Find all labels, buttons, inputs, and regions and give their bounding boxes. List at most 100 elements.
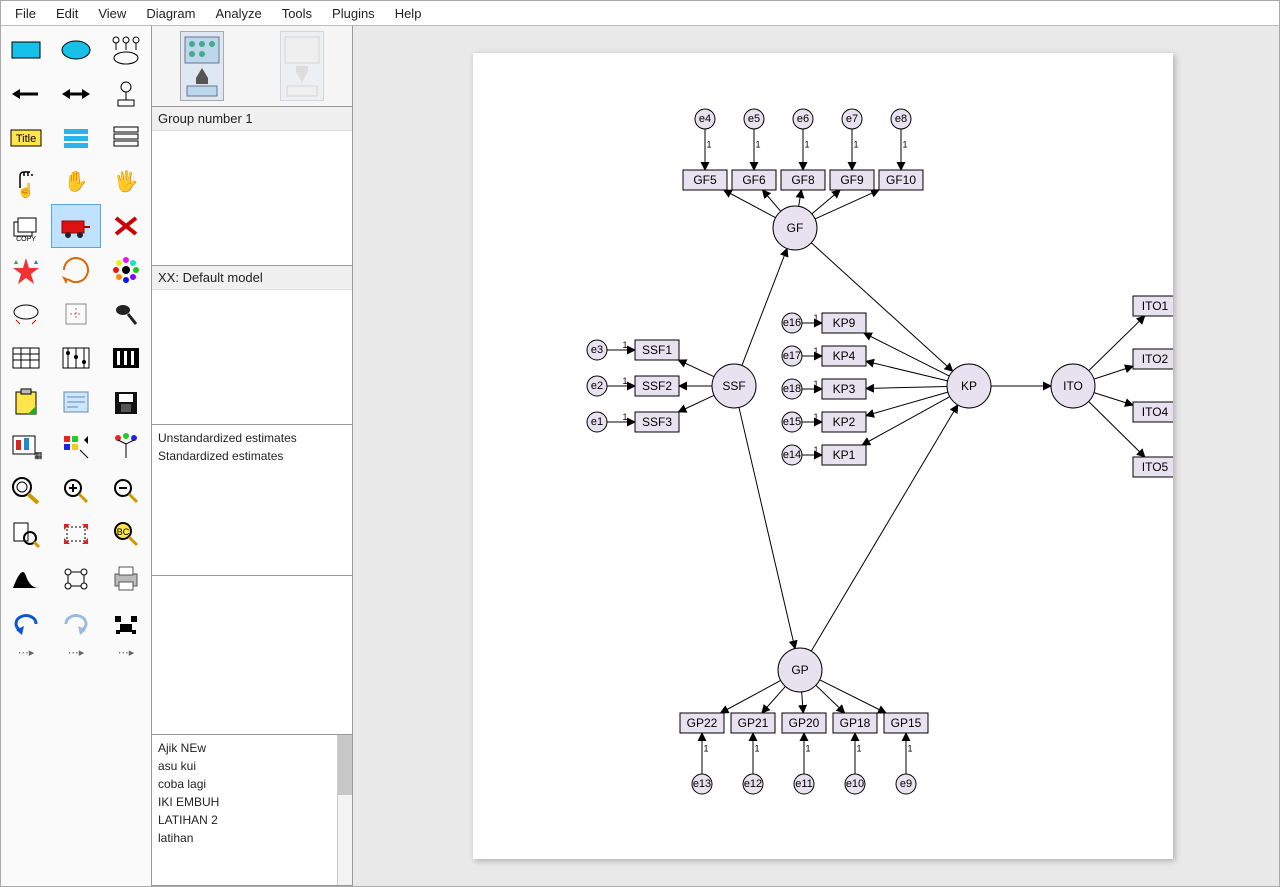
rotate-tool[interactable] [51, 248, 101, 292]
title-tool[interactable]: Title [1, 116, 51, 160]
svg-text:e2: e2 [591, 380, 603, 392]
svg-text:e16: e16 [783, 317, 801, 329]
properties-tool[interactable] [101, 336, 151, 380]
overflow-icon[interactable]: ⋯▸ [101, 646, 151, 670]
svg-text:1: 1 [622, 340, 627, 350]
color-tool[interactable] [101, 248, 151, 292]
svg-text:COPY: COPY [16, 236, 36, 242]
models-panel-header[interactable]: XX: Default model [152, 266, 352, 290]
estimate-option-unstd[interactable]: Unstandardized estimates [158, 429, 346, 447]
svg-text:1: 1 [856, 744, 861, 754]
svg-text:GP15: GP15 [891, 716, 922, 730]
single-arrow-tool[interactable] [1, 72, 51, 116]
overflow-icon[interactable]: ⋯▸ [1, 646, 51, 670]
delete-tool[interactable] [101, 204, 151, 248]
svg-text:1: 1 [755, 140, 760, 150]
svg-text:KP2: KP2 [833, 415, 856, 429]
redo-tool[interactable] [51, 600, 101, 644]
save-tool[interactable] [101, 380, 151, 424]
groups-panel-header[interactable]: Group number 1 [152, 107, 352, 131]
zoom-in-big-tool[interactable] [1, 468, 51, 512]
file-item[interactable]: coba lagi [158, 775, 346, 793]
menu-analyze[interactable]: Analyze [205, 4, 271, 23]
figure-caption-tool[interactable] [101, 72, 151, 116]
svg-text:🖐: 🖐 [114, 169, 139, 194]
svg-text:e18: e18 [783, 383, 801, 395]
svg-text:e9: e9 [900, 778, 912, 790]
svg-text:SSF3: SSF3 [642, 415, 672, 429]
svg-text:GF5: GF5 [693, 173, 717, 187]
ellipse-tool[interactable] [51, 28, 101, 72]
tool-palette: Title ☝ ✋ 🖐 COPY [1, 26, 152, 886]
file-item[interactable]: asu kui [158, 757, 346, 775]
app-window: File Edit View Diagram Analyze Tools Plu… [0, 0, 1280, 887]
indicator-tool[interactable] [101, 28, 151, 72]
svg-text:GF9: GF9 [840, 173, 864, 187]
analysis-props-tool[interactable]: ▦ [1, 424, 51, 468]
menu-tools[interactable]: Tools [272, 4, 322, 23]
svg-text:GP18: GP18 [840, 716, 871, 730]
zoom-page-tool[interactable] [1, 512, 51, 556]
dist-tool[interactable] [1, 556, 51, 600]
interface-tool[interactable] [101, 116, 151, 160]
tool-overflow-row: ⋯▸ ⋯▸ ⋯▸ [1, 646, 151, 670]
link-tool[interactable] [51, 556, 101, 600]
svg-text:e1: e1 [591, 416, 603, 428]
svg-text:ITO4: ITO4 [1142, 405, 1169, 419]
file-item[interactable]: LATIHAN 2 [158, 811, 346, 829]
svg-text:ITO: ITO [1063, 379, 1083, 393]
text-tool[interactable] [51, 380, 101, 424]
menu-plugins[interactable]: Plugins [322, 4, 385, 23]
files-panel: Ajik NEw asu kui coba lagi IKI EMBUH LAT… [152, 735, 352, 886]
move-object-tool[interactable] [51, 204, 101, 248]
svg-text:SSF1: SSF1 [642, 343, 672, 357]
zoom-out-tool[interactable] [101, 468, 151, 512]
menu-file[interactable]: File [5, 4, 46, 23]
svg-text:1: 1 [813, 379, 818, 389]
svg-text:BC: BC [117, 527, 130, 537]
double-arrow-tool[interactable] [51, 72, 101, 116]
resize-tool[interactable] [51, 512, 101, 556]
spreadsheet-tool[interactable] [1, 336, 51, 380]
file-item[interactable]: Ajik NEw [158, 739, 346, 757]
estimate-option-std[interactable]: Standardized estimates [158, 447, 346, 465]
print-tool[interactable] [101, 556, 151, 600]
pan-tool[interactable]: 🖐 [101, 160, 151, 204]
file-item[interactable]: latihan [158, 829, 346, 847]
move-tool[interactable]: ☝ [1, 160, 51, 204]
svg-text:GP22: GP22 [687, 716, 718, 730]
fit-tool[interactable] [1, 292, 51, 336]
parameters-tool[interactable] [51, 116, 101, 160]
svg-text:SSF2: SSF2 [642, 379, 672, 393]
menu-edit[interactable]: Edit [46, 4, 88, 23]
svg-text:e14: e14 [783, 449, 801, 461]
file-item[interactable]: IKI EMBUH [158, 793, 346, 811]
copy-tool[interactable]: COPY [1, 204, 51, 248]
diagram-mode-panel [152, 26, 352, 107]
svg-text:e7: e7 [846, 113, 858, 125]
find-tool[interactable] [101, 600, 151, 644]
calc-estimates-tool[interactable] [51, 424, 101, 468]
canvas-area[interactable]: 1111111111111111111111 e4e5e6e7e8e3e2e1e… [353, 26, 1279, 886]
overflow-icon[interactable]: ⋯▸ [51, 646, 101, 670]
menu-help[interactable]: Help [385, 4, 432, 23]
undo-tool[interactable] [1, 600, 51, 644]
rectangle-tool[interactable] [1, 28, 51, 72]
menu-view[interactable]: View [88, 4, 136, 23]
output-diagram-thumb[interactable] [280, 31, 324, 101]
multigroup-tool[interactable] [101, 424, 151, 468]
groups-panel: Group number 1 [152, 107, 352, 266]
zoom-in-tool[interactable] [51, 468, 101, 512]
magic-tool[interactable] [1, 248, 51, 292]
loupe-tool[interactable]: BC [101, 512, 151, 556]
svg-text:KP: KP [961, 379, 977, 393]
files-scrollbar[interactable] [337, 735, 352, 885]
duplicate-tool[interactable]: ✋ [51, 160, 101, 204]
scroll-tool[interactable] [51, 292, 101, 336]
input-diagram-thumb[interactable] [180, 31, 224, 101]
abacus-tool[interactable] [51, 336, 101, 380]
svg-text:GP: GP [791, 663, 808, 677]
menu-diagram[interactable]: Diagram [136, 4, 205, 23]
clipboard-tool[interactable] [1, 380, 51, 424]
select-tool[interactable] [101, 292, 151, 336]
